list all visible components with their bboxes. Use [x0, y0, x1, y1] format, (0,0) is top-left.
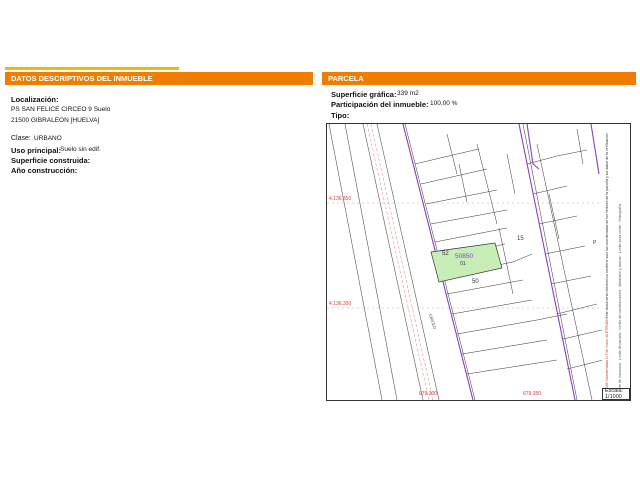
legend-item: Límite de parcela: [618, 332, 622, 361]
section-header-parcela: PARCELA: [322, 72, 636, 85]
clase-value: URBANO: [34, 135, 62, 142]
parcel-ref[interactable]: 50850: [455, 253, 473, 260]
legend-items: Límite de manzana · Límite de parcela · …: [618, 203, 622, 394]
participacion-label: Participación del inmueble:: [331, 100, 429, 109]
parcel-letter-p: P: [593, 240, 597, 246]
address-line2: 21500 GIBRALEON [HUELVA]: [11, 117, 100, 124]
superficie-grafica-label: Superficie gráfica:: [331, 90, 397, 99]
coord-y-top: 4.136.350: [329, 196, 352, 202]
legend-item: Hidrografía: [618, 203, 622, 222]
parcel-sub: 01: [460, 261, 466, 267]
header-accent-line: [5, 67, 179, 70]
parcel-number-15: 15: [517, 236, 524, 242]
ano-construccion-label: Año construcción:: [11, 166, 78, 175]
parcel-number-52: 52: [442, 251, 449, 257]
legend-item: Límite zona verde: [618, 224, 622, 254]
uso-label: Uso principal:: [11, 146, 62, 155]
coord-x-left: 679.300: [419, 391, 438, 397]
participacion-value: 100,00 %: [430, 100, 458, 107]
tipo-label: Tipo:: [331, 111, 350, 120]
scale-box: Escala: 1/1000: [602, 388, 630, 400]
parcel-number-50: 50: [472, 279, 479, 285]
legend-main-text: Este documento electrónico contiene solo…: [605, 133, 609, 319]
legend-item: Límite de construcciones: [618, 289, 622, 330]
uso-value: Suelo sin edif.: [60, 146, 101, 153]
cadastral-map[interactable]: 4.136.350 4.136.300 679.300 679.350 5085…: [326, 123, 604, 401]
address-line1: PS SAN FELICE CIRCEO 9 Suelo: [11, 106, 111, 113]
localizacion-label: Localización:: [11, 95, 59, 104]
map-legend: ETRS89 Coordenadas U.T.M. Huso 30 ETRS89…: [602, 123, 631, 401]
coord-x-right: 679.350: [523, 391, 542, 397]
section-header-datos: DATOS DESCRIPTIVOS DEL INMUEBLE: [5, 72, 313, 85]
scale-value: 1/1000: [605, 393, 622, 400]
superficie-construida-label: Superficie construida:: [11, 156, 91, 165]
superficie-grafica-value: 339 m2: [397, 90, 419, 97]
legend-coordinates-text: ETRS89 Coordenadas U.T.M. Huso 30 ETRS89: [605, 319, 609, 396]
coord-y-bottom: 4.136.300: [329, 301, 352, 307]
legend-item: Mobiliario y aceras: [618, 256, 622, 287]
clase-label: Clase:: [11, 135, 31, 142]
legend-text: ETRS89 Coordenadas U.T.M. Huso 30 ETRS89…: [605, 126, 609, 396]
